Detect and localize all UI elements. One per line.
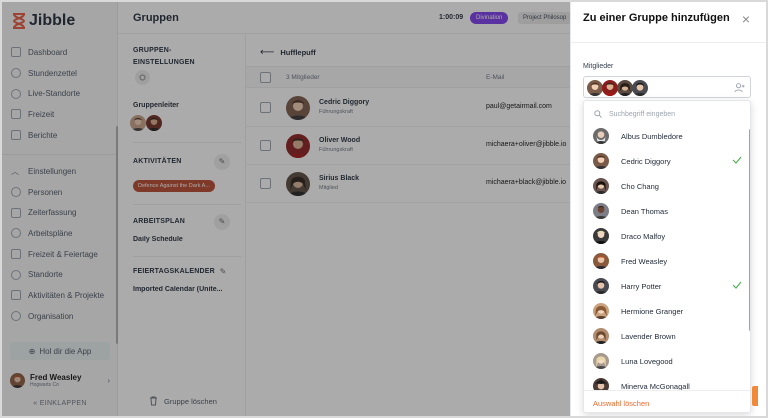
avatar bbox=[593, 128, 609, 144]
option-fred-weasley[interactable]: Fred Weasley bbox=[584, 249, 749, 274]
option-lavender-brown[interactable]: Lavender Brown bbox=[584, 324, 749, 349]
check-icon bbox=[732, 156, 742, 164]
dropdown-scrollbar[interactable] bbox=[749, 129, 750, 331]
search-field[interactable]: Suchbegriff eingeben bbox=[594, 107, 744, 121]
avatar bbox=[593, 178, 609, 194]
option-label: Lavender Brown bbox=[621, 332, 676, 341]
avatar bbox=[593, 303, 609, 319]
check-icon bbox=[732, 281, 742, 289]
selected-member-avatar[interactable] bbox=[632, 80, 648, 96]
avatar bbox=[593, 253, 609, 269]
panel-divider bbox=[571, 42, 767, 43]
option-label: Cedric Diggory bbox=[621, 157, 671, 166]
option-label: Dean Thomas bbox=[621, 207, 668, 216]
modal-backdrop[interactable] bbox=[2, 2, 570, 416]
option-label: Harry Potter bbox=[621, 282, 662, 291]
option-label: Draco Malfoy bbox=[621, 232, 666, 241]
close-icon[interactable]: × bbox=[739, 12, 753, 26]
option-dean-thomas[interactable]: Dean Thomas bbox=[584, 199, 749, 224]
avatar bbox=[593, 353, 609, 369]
avatar bbox=[593, 278, 609, 294]
avatar bbox=[593, 203, 609, 219]
option-label: Fred Weasley bbox=[621, 257, 668, 266]
add-person-icon[interactable] bbox=[734, 82, 745, 93]
option-cho-chang[interactable]: Cho Chang bbox=[584, 174, 749, 199]
selected-member-avatar[interactable] bbox=[587, 80, 603, 96]
members-dropdown: Suchbegriff eingeben Albus Dumbledore Ce… bbox=[583, 100, 751, 413]
option-luna-lovegood[interactable]: Luna Lovegood bbox=[584, 349, 749, 374]
option-hermione-granger[interactable]: Hermione Granger bbox=[584, 299, 749, 324]
option-label: Hermione Granger bbox=[621, 307, 684, 316]
avatar bbox=[593, 153, 609, 169]
option-label: Albus Dumbledore bbox=[621, 132, 683, 141]
option-label: Cho Chang bbox=[621, 182, 659, 191]
avatar bbox=[593, 328, 609, 344]
option-cedric-diggory[interactable]: Cedric Diggory bbox=[584, 149, 749, 174]
search-input[interactable]: Suchbegriff eingeben bbox=[609, 111, 675, 118]
dropdown-footer: Auswahl löschen bbox=[584, 390, 750, 412]
panel-title: Zu einer Gruppe hinzufügen bbox=[583, 12, 730, 24]
clear-selection-link[interactable]: Auswahl löschen bbox=[593, 399, 649, 408]
search-icon bbox=[594, 110, 602, 118]
app-window: Jibble Dashboard Stundenzettel Live-Stan… bbox=[0, 0, 768, 418]
save-button[interactable] bbox=[752, 386, 758, 406]
selected-member-avatar[interactable] bbox=[602, 80, 618, 96]
option-albus-dumbledore[interactable]: Albus Dumbledore bbox=[584, 124, 749, 149]
option-draco-malfoy[interactable]: Draco Malfoy bbox=[584, 224, 749, 249]
add-to-group-panel: Zu einer Gruppe hinzufügen × Mitglieder … bbox=[570, 2, 767, 416]
option-harry-potter[interactable]: Harry Potter bbox=[584, 274, 749, 299]
members-select[interactable] bbox=[583, 76, 751, 98]
option-label: Luna Lovegood bbox=[621, 357, 673, 366]
avatar bbox=[593, 228, 609, 244]
members-label: Mitglieder bbox=[583, 63, 614, 70]
selected-member-avatar[interactable] bbox=[617, 80, 633, 96]
